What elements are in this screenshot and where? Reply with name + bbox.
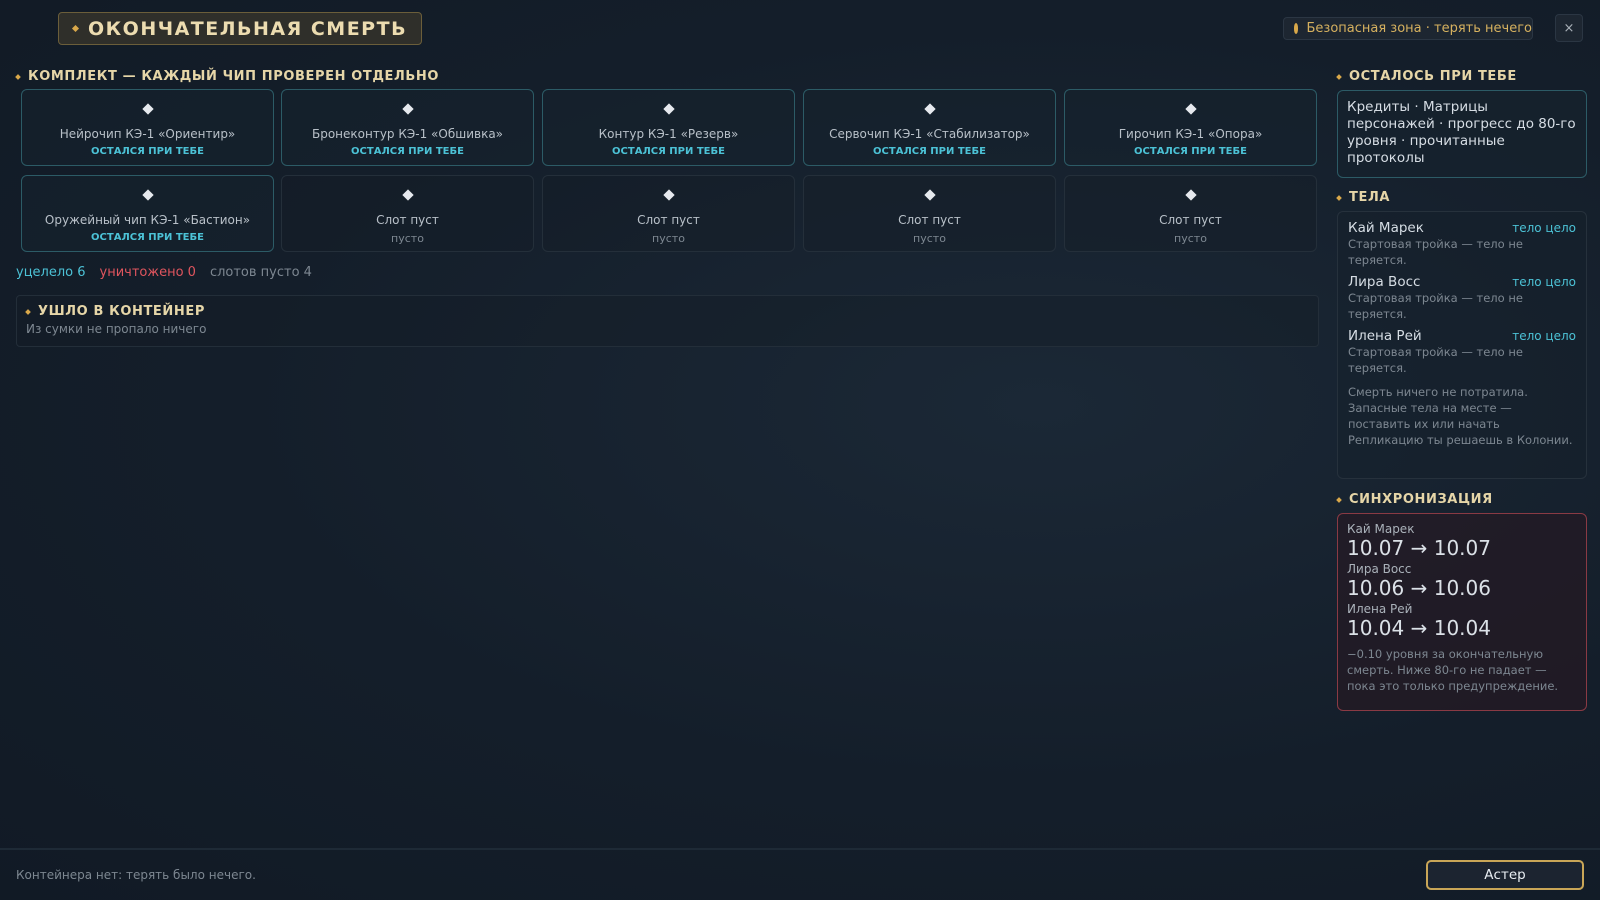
chip-diamond-icon [923, 103, 936, 115]
sync-name: Кай Марек [1347, 522, 1415, 536]
body-status-tag: тело цело [1512, 221, 1576, 235]
body-desc: Стартовая тройка — тело не теряется. [1348, 237, 1523, 267]
slot-status: пусто [1174, 232, 1207, 245]
slot-status: пусто [913, 232, 946, 245]
sync-heading-text: СИНХРОНИЗАЦИЯ [1349, 492, 1493, 507]
chip-diamond-icon [1184, 189, 1197, 201]
chip-slot-1[interactable]: Нейрочип КЭ-1 «Ориентир» ОСТАЛСЯ ПРИ ТЕБ… [21, 89, 274, 166]
kept-text: Кредиты · Матрицы персонажей · прогресс … [1347, 99, 1576, 166]
diamond-icon [15, 73, 21, 80]
diamond-icon [1336, 496, 1342, 503]
container-heading-text: УШЛО В КОНТЕЙНЕР [38, 304, 205, 319]
footer-divider [0, 848, 1600, 850]
empty-slot-8[interactable]: Слот пуст пусто [542, 175, 795, 252]
zone-status-text: Безопасная зона · терять нечего [1306, 21, 1532, 36]
sync-name: Илена Рей [1347, 602, 1413, 616]
chip-name: Сервочип КЭ-1 «Стабилизатор» [829, 127, 1030, 141]
slot-name: Слот пуст [1159, 213, 1222, 227]
chip-slot-4[interactable]: Сервочип КЭ-1 «Стабилизатор» ОСТАЛСЯ ПРИ… [803, 89, 1056, 166]
diamond-icon [1336, 194, 1342, 201]
container-panel: УШЛО В КОНТЕЙНЕР Из сумки не пропало нич… [16, 295, 1319, 347]
slot-name: Слот пуст [376, 213, 439, 227]
body-desc: Стартовая тройка — тело не теряется. [1348, 345, 1523, 375]
slot-name: Слот пуст [898, 213, 961, 227]
chip-slot-2[interactable]: Бронеконтур КЭ-1 «Обшивка» ОСТАЛСЯ ПРИ Т… [281, 89, 534, 166]
diamond-icon [1336, 73, 1342, 80]
chip-status: ОСТАЛСЯ ПРИ ТЕБЕ [91, 146, 204, 157]
slot-status: пусто [391, 232, 424, 245]
chip-status: ОСТАЛСЯ ПРИ ТЕБЕ [351, 146, 464, 157]
slot-name: Слот пуст [637, 213, 700, 227]
empty-slot-7[interactable]: Слот пуст пусто [281, 175, 534, 252]
title-banner: ОКОНЧАТЕЛЬНАЯ СМЕРТЬ [58, 12, 423, 45]
chip-status: ОСТАЛСЯ ПРИ ТЕБЕ [873, 146, 986, 157]
close-icon: × [1563, 20, 1575, 36]
body-entry: Кай Марек тело цело Стартовая тройка — т… [1338, 220, 1586, 268]
body-status-tag: тело цело [1512, 329, 1576, 343]
zone-status-badge: Безопасная зона · терять нечего [1283, 17, 1533, 40]
bodies-heading-text: ТЕЛА [1349, 190, 1391, 205]
slot-status: пусто [652, 232, 685, 245]
empty-slot-10[interactable]: Слот пуст пусто [1064, 175, 1317, 252]
kept-heading-text: ОСТАЛОСЬ ПРИ ТЕБЕ [1349, 69, 1517, 84]
chip-diamond-icon [1184, 103, 1197, 115]
chip-name: Нейрочип КЭ-1 «Ориентир» [59, 127, 236, 141]
status-dot-icon [1294, 23, 1299, 34]
chip-slot-5[interactable]: Гирочип КЭ-1 «Опора» ОСТАЛСЯ ПРИ ТЕБЕ [1064, 89, 1317, 166]
chip-status: ОСТАЛСЯ ПРИ ТЕБЕ [612, 146, 725, 157]
chip-diamond-icon [141, 189, 154, 201]
chip-diamond-icon [401, 189, 414, 201]
chip-name: Гирочип КЭ-1 «Опора» [1118, 127, 1263, 141]
body-entry: Лира Восс тело цело Стартовая тройка — т… [1338, 274, 1586, 322]
chip-status: ОСТАЛСЯ ПРИ ТЕБЕ [91, 232, 204, 243]
chip-name: Контур КЭ-1 «Резерв» [598, 127, 739, 141]
sync-value: 10.06 → 10.06 [1347, 576, 1491, 600]
kit-summary: уцелело 6 уничтожено 0 слотов пусто 4 [16, 265, 312, 280]
empty-count: слотов пусто 4 [209, 265, 312, 280]
bodies-note: Смерть ничего не потратила. Запасные тел… [1348, 385, 1573, 447]
chip-name: Бронеконтур КЭ-1 «Обшивка» [311, 127, 504, 141]
chip-diamond-icon [923, 189, 936, 201]
body-status-tag: тело цело [1512, 275, 1576, 289]
bodies-card: Кай Марек тело цело Стартовая тройка — т… [1337, 211, 1587, 479]
container-heading: УШЛО В КОНТЕЙНЕР [25, 304, 205, 319]
chip-diamond-icon [662, 103, 675, 115]
container-text: Из сумки не пропало ничего [26, 322, 207, 336]
chip-status: ОСТАЛСЯ ПРИ ТЕБЕ [1134, 146, 1247, 157]
destroyed-count: уничтожено 0 [99, 265, 196, 280]
diamond-icon [25, 308, 31, 315]
sync-card: Кай Марек 10.07 → 10.07 Лира Восс 10.06 … [1337, 513, 1587, 711]
kept-card: Кредиты · Матрицы персонажей · прогресс … [1337, 90, 1587, 178]
kit-heading: КОМПЛЕКТ — КАЖДЫЙ ЧИП ПРОВЕРЕН ОТДЕЛЬНО [15, 69, 440, 84]
chip-slot-3[interactable]: Контур КЭ-1 «Резерв» ОСТАЛСЯ ПРИ ТЕБЕ [542, 89, 795, 166]
kept-count: уцелело 6 [16, 265, 86, 280]
chip-diamond-icon [662, 189, 675, 201]
sync-value: 10.07 → 10.07 [1347, 536, 1491, 560]
diamond-icon [71, 24, 80, 33]
chip-diamond-icon [401, 103, 414, 115]
chip-name: Оружейный чип КЭ-1 «Бастион» [44, 213, 251, 227]
chip-slot-6[interactable]: Оружейный чип КЭ-1 «Бастион» ОСТАЛСЯ ПРИ… [21, 175, 274, 252]
sync-value: 10.04 → 10.04 [1347, 616, 1491, 640]
close-button[interactable]: × [1555, 14, 1583, 42]
sync-note: −0.10 уровня за окончательную смерть. Ни… [1347, 647, 1559, 693]
sync-heading: СИНХРОНИЗАЦИЯ [1336, 492, 1493, 507]
aster-button[interactable]: Астер [1426, 860, 1584, 890]
chip-diamond-icon [141, 103, 154, 115]
body-desc: Стартовая тройка — тело не теряется. [1348, 291, 1523, 321]
sync-name: Лира Восс [1347, 562, 1412, 576]
kept-heading: ОСТАЛОСЬ ПРИ ТЕБЕ [1336, 69, 1517, 84]
bodies-heading: ТЕЛА [1336, 190, 1391, 205]
body-entry: Илена Рей тело цело Стартовая тройка — т… [1338, 328, 1586, 376]
kit-heading-text: КОМПЛЕКТ — КАЖДЫЙ ЧИП ПРОВЕРЕН ОТДЕЛЬНО [28, 69, 440, 84]
footer-text: Контейнера нет: терять было нечего. [16, 868, 256, 882]
empty-slot-9[interactable]: Слот пуст пусто [803, 175, 1056, 252]
page-title: ОКОНЧАТЕЛЬНАЯ СМЕРТЬ [88, 17, 408, 40]
